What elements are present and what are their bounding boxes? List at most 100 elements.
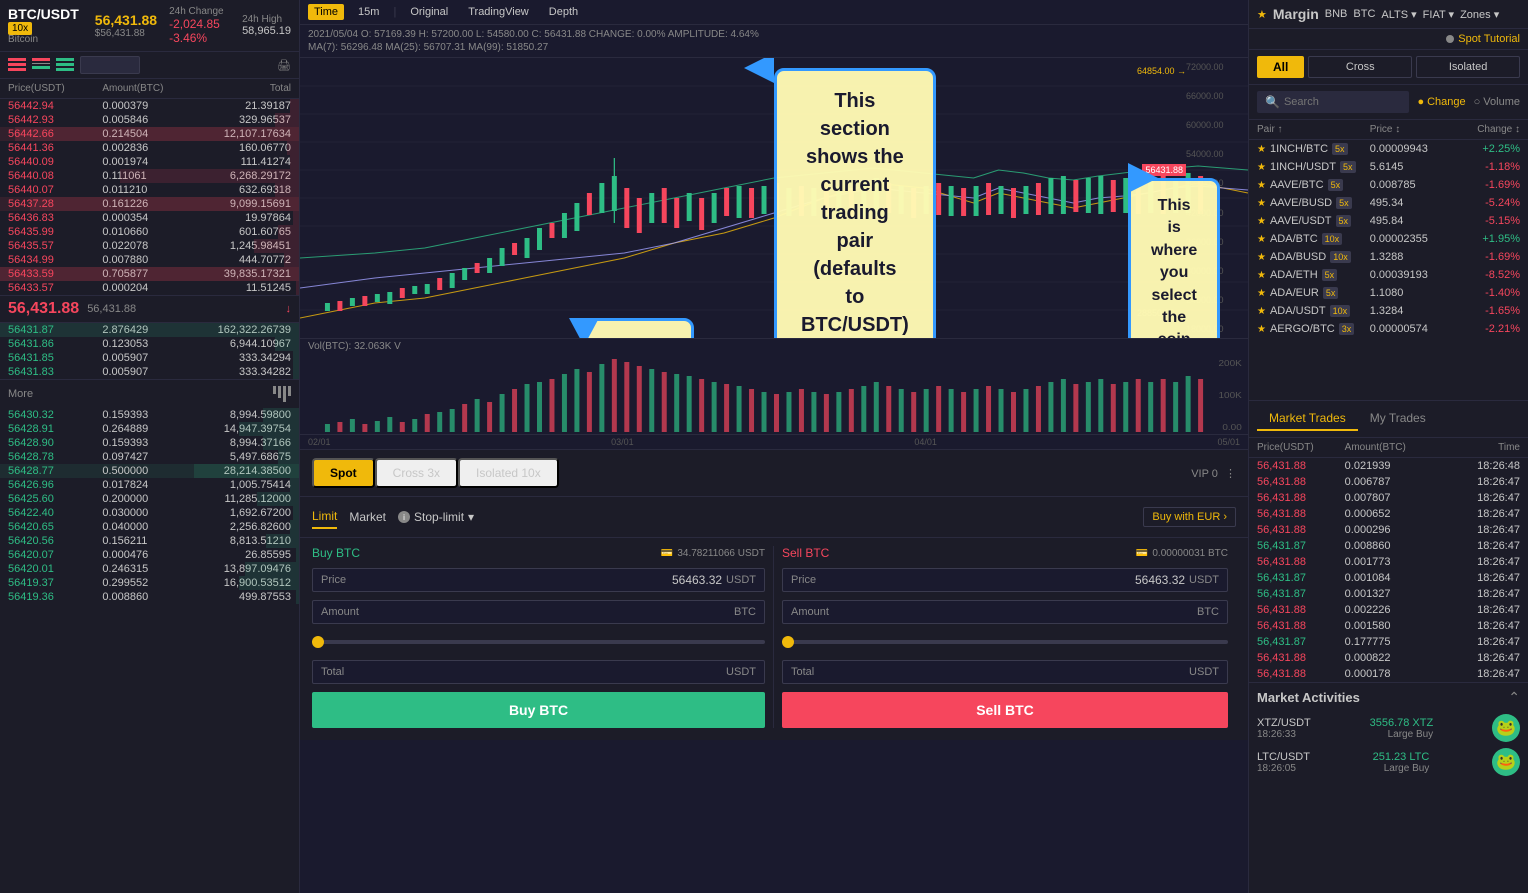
ticker-high-info: 24h High 58,965.19 [242, 14, 291, 37]
cross-tab[interactable]: Cross 3x [375, 458, 458, 488]
sell-order-row[interactable]: 56442.93 0.005846 329.96537 [0, 113, 299, 127]
timeframe-15m-btn[interactable]: 15m [352, 4, 385, 20]
sell-order-row[interactable]: 56436.83 0.000354 19.97864 [0, 211, 299, 225]
right-panel-header: ★ Margin BNB BTC ALTS ▾ FIAT ▾ Zones ▾ [1249, 0, 1528, 29]
ma-collapse-icon[interactable]: ⌃ [1508, 689, 1520, 706]
ticker-bar: BTC/USDT 10x Bitcoin 56,431.88 $56,431.8… [0, 0, 299, 52]
sell-order-row[interactable]: 56440.07 0.011210 632.69318 [0, 183, 299, 197]
buy-with-btn[interactable]: Buy with EUR › [1143, 507, 1236, 527]
sell-order-row[interactable]: 56441.36 0.002836 160.06770 [0, 141, 299, 155]
all-tab[interactable]: All [1257, 56, 1304, 78]
buy-order-row[interactable]: 56420.56 0.156211 8,813.51210 [0, 534, 299, 548]
sell-order-row[interactable]: 56440.08 0.111061 6,268.29172 [0, 169, 299, 183]
change-radio[interactable]: ● Change [1417, 96, 1465, 108]
ticker-price-info: 56,431.88 $56,431.88 [95, 12, 157, 39]
buy-slider[interactable] [312, 640, 765, 644]
sell-slider[interactable] [782, 640, 1228, 644]
isolated-tab[interactable]: Isolated [1416, 56, 1520, 78]
buy-total-input[interactable] [602, 665, 722, 679]
pair-row[interactable]: ★ ADA/BUSD 10x 1.3288 -1.69% [1249, 248, 1528, 266]
sell-total-field: Total USDT [782, 660, 1228, 684]
more-button[interactable]: More [0, 379, 299, 408]
sell-price-label: Price [791, 574, 1065, 586]
buy-order-row[interactable]: 56431.83 0.005907 333.34282 [0, 365, 299, 379]
buy-order-row[interactable]: 56430.32 0.159393 8,994.59800 [0, 408, 299, 422]
sell-order-row[interactable]: 56442.66 0.214504 12,107.17634 [0, 127, 299, 141]
buy-amount-input[interactable] [610, 605, 730, 619]
pair-row[interactable]: ★ AERGO/BTC 3x 0.00000574 -2.21% [1249, 320, 1528, 338]
trade-row: 56,431.88 0.000822 18:26:47 [1249, 650, 1528, 666]
margin-label: Margin [1273, 6, 1319, 22]
buy-order-row[interactable]: 56419.37 0.299552 16,900.53512 [0, 576, 299, 590]
buy-btn[interactable]: Buy BTC [312, 692, 765, 728]
sell-order-row[interactable]: 56433.57 0.000204 11.51245 [0, 281, 299, 295]
depth-btn[interactable]: Depth [543, 4, 584, 20]
pair-row[interactable]: ★ ADA/ETH 5x 0.00039193 -8.52% [1249, 266, 1528, 284]
pair-row[interactable]: ★ 1INCH/BTC 5x 0.00009943 +2.25% [1249, 140, 1528, 158]
tradingview-btn[interactable]: TradingView [462, 4, 535, 20]
trades-header-price: Price(USDT) [1257, 442, 1345, 453]
ob-current-price: 56,431.88 [8, 300, 79, 318]
sell-order-row[interactable]: 56435.99 0.010660 601.60765 [0, 225, 299, 239]
sell-total-input[interactable] [1065, 665, 1185, 679]
sell-price-input[interactable]: 56463.32 [1065, 573, 1185, 587]
spot-tab[interactable]: Spot [312, 458, 375, 488]
buy-order-row[interactable]: 56420.07 0.000476 26.85595 [0, 548, 299, 562]
pair-row[interactable]: ★ 1INCH/USDT 5x 5.6145 -1.18% [1249, 158, 1528, 176]
ob-header: Price(USDT) Amount(BTC) Total [0, 79, 299, 99]
spot-tutorial-link[interactable]: Spot Tutorial [1458, 33, 1520, 45]
chart-xaxis: 02/01 03/01 04/01 05/01 [300, 434, 1248, 449]
buy-order-row[interactable]: 56422.40 0.030000 1,692.67200 [0, 506, 299, 520]
order-columns: Buy BTC 💳 34.78211066 USDT Price 56463.3… [300, 538, 1248, 740]
original-btn[interactable]: Original [404, 4, 454, 20]
pair-row[interactable]: ★ AAVE/BUSD 5x 495.34 -5.24% [1249, 194, 1528, 212]
pair-row[interactable]: ★ AAVE/BTC 5x 0.008785 -1.69% [1249, 176, 1528, 194]
sell-order-row[interactable]: 56437.28 0.161226 9,099.15691 [0, 197, 299, 211]
buy-order-row[interactable]: 56431.86 0.123053 6,944.10967 [0, 337, 299, 351]
sell-order-row[interactable]: 56433.59 0.705877 39,835.17321 [0, 267, 299, 281]
isolated-tab[interactable]: Isolated 10x [458, 458, 559, 488]
pair-row[interactable]: ★ ADA/BTC 10x 0.00002355 +1.95% [1249, 230, 1528, 248]
sell-order-row[interactable]: 56434.99 0.007880 444.70772 [0, 253, 299, 267]
sell-order-row[interactable]: 56440.09 0.001974 111.41274 [0, 155, 299, 169]
wallet-icon: 💳 [661, 548, 673, 559]
cross-tab[interactable]: Cross [1308, 56, 1412, 78]
limit-btn[interactable]: Limit [312, 505, 337, 529]
search-input[interactable] [1284, 96, 1401, 108]
stop-limit-btn[interactable]: i Stop-limit ▾ [398, 510, 474, 524]
ob-printer-icon[interactable]: 🖨 [277, 59, 291, 72]
ob-buy-only-icon[interactable] [56, 58, 76, 72]
pair-list-header: Pair ↑ Price ↕ Change ↕ [1249, 120, 1528, 140]
ob-split-icon[interactable] [32, 58, 52, 72]
buy-order-row[interactable]: 56428.78 0.097427 5,497.68675 [0, 450, 299, 464]
pair-row[interactable]: ★ ADA/EUR 5x 1.1080 -1.40% [1249, 284, 1528, 302]
sell-btn[interactable]: Sell BTC [782, 692, 1228, 728]
sell-amount-input[interactable] [1073, 605, 1193, 619]
volume-radio[interactable]: ○ Volume [1474, 96, 1520, 108]
buy-price-input[interactable]: 56463.32 [602, 573, 722, 587]
buy-order-row[interactable]: 56428.90 0.159393 8,994.37166 [0, 436, 299, 450]
buy-order-row[interactable]: 56431.87 2.876429 162,322.26739 [0, 323, 299, 337]
buy-order-row[interactable]: 56420.65 0.040000 2,256.82600 [0, 520, 299, 534]
buy-order-row[interactable]: 56428.91 0.264889 14,947.39754 [0, 422, 299, 436]
buy-order-row[interactable]: 56426.96 0.017824 1,005.75414 [0, 478, 299, 492]
buy-order-row[interactable]: 56428.77 0.500000 28,214.38500 [0, 464, 299, 478]
xaxis-3: 05/01 [1217, 437, 1240, 447]
sell-price-input-row: Price 56463.32 USDT [782, 568, 1228, 592]
buy-order-row[interactable]: 56420.01 0.246315 13,897.09476 [0, 562, 299, 576]
market-btn[interactable]: Market [349, 506, 386, 528]
time-btn[interactable]: Time [308, 4, 344, 20]
buy-order-row[interactable]: 56431.85 0.005907 333.34294 [0, 351, 299, 365]
vip-more-icon[interactable]: ⋮ [1225, 468, 1236, 480]
buy-order-row[interactable]: 56425.60 0.200000 11,285.12000 [0, 492, 299, 506]
my-trades-tab[interactable]: My Trades [1358, 407, 1438, 431]
sell-order-row[interactable]: 56442.94 0.000379 21.39187 [0, 99, 299, 113]
sell-amount-label: Amount [791, 606, 1073, 618]
sell-order-row[interactable]: 56435.57 0.022078 1,245.98451 [0, 239, 299, 253]
pair-row[interactable]: ★ ADA/USDT 10x 1.3284 -1.65% [1249, 302, 1528, 320]
ob-price-precision[interactable]: 0.01 [80, 56, 140, 74]
market-trades-tab[interactable]: Market Trades [1257, 407, 1358, 431]
ob-sell-only-icon[interactable] [8, 58, 28, 72]
pair-row[interactable]: ★ AAVE/USDT 5x 495.84 -5.15% [1249, 212, 1528, 230]
buy-order-row[interactable]: 56419.36 0.008860 499.87553 [0, 590, 299, 604]
